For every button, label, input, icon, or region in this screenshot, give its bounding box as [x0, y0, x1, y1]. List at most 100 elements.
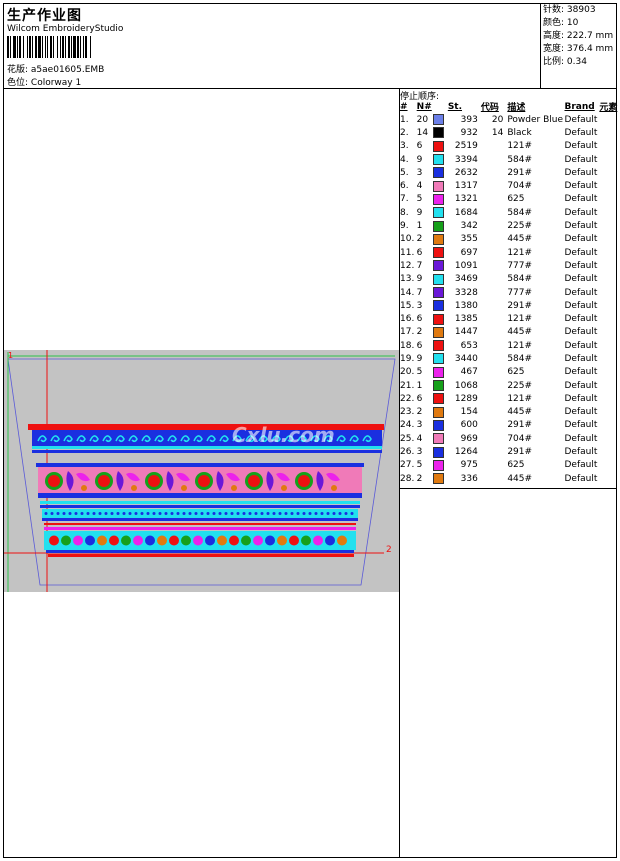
- cell-swatch: [432, 326, 448, 339]
- small-flower: [109, 535, 119, 546]
- table-row: 14. 7 3328 777# Default: [398, 286, 620, 299]
- cell-description: 121#: [507, 314, 533, 325]
- cell-stops: 4: [416, 181, 423, 192]
- spec-colors: 颜色: 10: [543, 18, 579, 28]
- cell-brand: Default: [564, 420, 598, 431]
- dot-motif: [152, 512, 156, 515]
- cell-stops: 6: [416, 247, 423, 258]
- cell-brand: Default: [564, 181, 598, 192]
- cell-brand: Default: [564, 473, 598, 484]
- cell-swatch: [432, 445, 448, 458]
- dot-motif: [344, 512, 348, 515]
- cell-element: [599, 352, 620, 365]
- cell-index: 23.: [400, 407, 415, 418]
- cell-code: [481, 219, 503, 232]
- color-swatch: [432, 167, 444, 179]
- cell-index: 14.: [400, 287, 415, 298]
- cell-stops: 6: [416, 340, 423, 351]
- cell-code: [481, 352, 503, 365]
- bud-motif: [181, 485, 187, 491]
- cell-element: [599, 286, 620, 299]
- dot-motif: [146, 512, 150, 515]
- dot-motif: [194, 512, 198, 515]
- dot-motif: [338, 512, 342, 515]
- cell-description: Powder Blue: [507, 114, 564, 125]
- small-flower: [217, 535, 227, 546]
- small-flower: [205, 535, 215, 546]
- cell-code: [481, 299, 503, 312]
- colorway-label: 色位:: [7, 78, 29, 88]
- col-swatch: [433, 100, 448, 113]
- cell-stitches: 355: [460, 234, 478, 245]
- small-flower: [253, 535, 263, 546]
- cell-code: [481, 432, 503, 445]
- dot-motif: [212, 512, 216, 515]
- cell-stitches: 467: [460, 367, 478, 378]
- small-flower: [337, 535, 347, 546]
- cell-description: 584#: [507, 154, 533, 165]
- color-swatch: [432, 380, 444, 392]
- cell-swatch: [432, 126, 448, 139]
- cell-stitches: 2632: [454, 167, 478, 178]
- cell-swatch: [432, 312, 448, 325]
- cell-stitches: 653: [460, 340, 478, 351]
- table-row: 23. 2 154 445# Default: [398, 406, 620, 419]
- table-row: 12. 7 1091 777# Default: [398, 259, 620, 272]
- cell-description: 291#: [507, 300, 533, 311]
- cell-code: [481, 406, 503, 419]
- dot-motif: [80, 512, 84, 515]
- table-row: 11. 6 697 121# Default: [398, 246, 620, 259]
- cell-description: 291#: [507, 420, 533, 431]
- cell-brand: Default: [564, 194, 598, 205]
- cell-swatch: [432, 392, 448, 405]
- cell-index: 24.: [400, 420, 415, 431]
- cell-swatch: [432, 299, 448, 312]
- cell-code: 14: [491, 127, 504, 138]
- cell-code: [481, 273, 503, 286]
- small-flower: [157, 535, 167, 546]
- spec-width: 宽度: 376.4 mm: [543, 44, 614, 54]
- table-row: 16. 6 1385 121# Default: [398, 312, 620, 325]
- cell-stops: 5: [416, 194, 423, 205]
- cell-brand: Default: [564, 127, 598, 138]
- color-swatch: [432, 207, 444, 219]
- cell-code: [481, 166, 503, 179]
- dot-motif: [314, 512, 318, 515]
- cell-swatch: [432, 259, 448, 272]
- cell-element: [599, 179, 620, 192]
- cell-description: 291#: [507, 167, 533, 178]
- color-swatch: [432, 220, 444, 232]
- dot-motif: [254, 512, 258, 515]
- table-row: 3. 6 2519 121# Default: [398, 140, 620, 153]
- cell-stops: 7: [416, 287, 423, 298]
- small-flower: [289, 535, 299, 546]
- stop-sequence-table: # N# St. 代码 描述 Brand 元素 1. 20 393 20 Powder …: [398, 100, 620, 485]
- col-description: 描述: [507, 103, 526, 113]
- cell-index: 13.: [400, 274, 415, 285]
- end-marker: 2: [386, 545, 392, 555]
- cell-description: 225#: [507, 380, 533, 391]
- dot-motif: [308, 512, 312, 515]
- cell-swatch: [432, 219, 448, 232]
- colorway-value: Colorway 1: [30, 78, 82, 88]
- cell-swatch: [432, 140, 448, 153]
- cell-index: 20.: [400, 367, 415, 378]
- table-row: 9. 1 342 225# Default: [398, 219, 620, 232]
- cell-element: [599, 312, 620, 325]
- design-file-label: 花版:: [7, 65, 29, 75]
- small-flower: [85, 535, 95, 546]
- cell-description: 704#: [507, 433, 533, 444]
- cell-stitches: 342: [460, 221, 478, 232]
- cell-element: [599, 392, 620, 405]
- dot-motif: [224, 512, 228, 515]
- cell-element: [599, 406, 620, 419]
- cell-index: 3.: [400, 141, 409, 152]
- dot-motif: [230, 512, 234, 515]
- small-flower: [181, 535, 191, 546]
- cell-swatch: [432, 246, 448, 259]
- cell-stops: 2: [416, 327, 423, 338]
- dot-motif: [170, 512, 174, 515]
- small-flower: [265, 535, 275, 546]
- small-flower: [313, 535, 323, 546]
- table-row: 1. 20 393 20 Powder Blue Default: [398, 113, 620, 126]
